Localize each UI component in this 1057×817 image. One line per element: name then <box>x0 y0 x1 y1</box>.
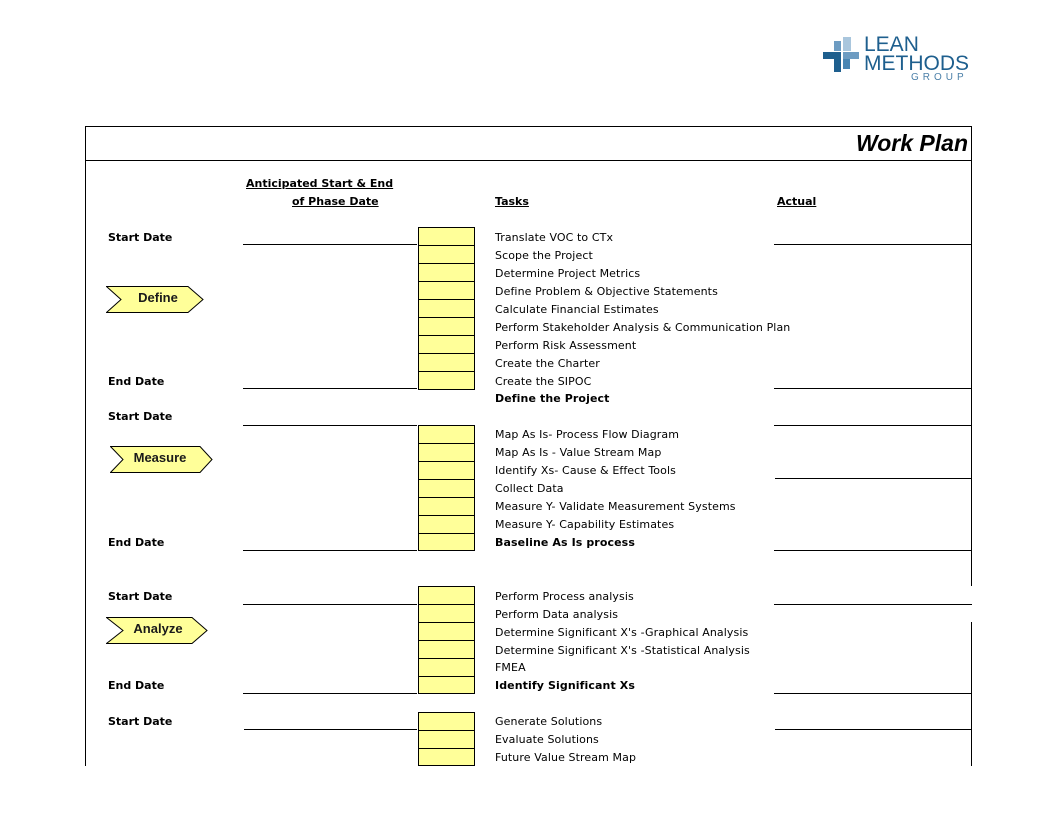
task-status-cell[interactable] <box>418 245 475 264</box>
task-item: Identify Xs- Cause & Effect Tools <box>495 464 676 477</box>
define-end-date-field[interactable] <box>243 388 417 389</box>
task-item: Create the Charter <box>495 357 600 370</box>
header-anticipated: Anticipated Start & End <box>246 177 394 190</box>
phase-deliverable: Identify Significant Xs <box>495 679 635 692</box>
task-status-cell[interactable] <box>418 658 475 677</box>
task-status-cell[interactable] <box>418 640 475 659</box>
task-item: Perform Risk Assessment <box>495 339 637 352</box>
task-item: Scope the Project <box>495 249 593 262</box>
define-start-date-field[interactable] <box>243 244 417 245</box>
task-status-cell[interactable] <box>418 604 475 623</box>
measure-start-date-field[interactable] <box>243 425 417 426</box>
analyze-start-date-field[interactable] <box>243 604 417 605</box>
measure-end-date-label: End Date <box>108 536 165 549</box>
frame-top-border <box>85 126 972 127</box>
phase-measure-arrow: Measure <box>110 446 213 474</box>
measure-end-date-field[interactable] <box>243 550 417 551</box>
task-status-cell[interactable] <box>418 497 475 516</box>
task-item: Determine Significant X's -Statistical A… <box>495 644 750 657</box>
task-status-cell[interactable] <box>418 586 475 605</box>
improve-actual-start-field[interactable] <box>775 729 971 730</box>
frame-right-border <box>971 126 972 586</box>
frame-right-border <box>971 622 972 766</box>
task-item: Map As Is - Value Stream Map <box>495 446 662 459</box>
improve-start-date-label: Start Date <box>108 715 173 728</box>
define-start-date-label: Start Date <box>108 231 173 244</box>
task-item: Calculate Financial Estimates <box>495 303 659 316</box>
analyze-actual-end-field[interactable] <box>774 693 971 694</box>
task-item: Perform Process analysis <box>495 590 634 603</box>
task-item: Measure Y- Validate Measurement Systems <box>495 500 736 513</box>
task-status-cell[interactable] <box>418 299 475 318</box>
analyze-actual-start-field[interactable] <box>774 604 972 605</box>
analyze-end-date-field[interactable] <box>243 693 417 694</box>
task-status-cell[interactable] <box>418 676 475 694</box>
phase-deliverable: Define the Project <box>495 392 610 405</box>
header-phase-date: of Phase Date <box>292 195 379 208</box>
task-status-cell[interactable] <box>418 730 475 749</box>
header-tasks: Tasks <box>495 195 529 208</box>
task-status-cell[interactable] <box>418 281 475 300</box>
define-actual-start-field[interactable] <box>774 244 971 245</box>
frame-left-border <box>85 126 86 766</box>
task-status-cell[interactable] <box>418 748 475 766</box>
measure-actual-mid-field[interactable] <box>775 478 971 479</box>
task-status-cell[interactable] <box>418 371 475 390</box>
phase-deliverable: Baseline As Is process <box>495 536 635 549</box>
task-status-cell[interactable] <box>418 353 475 372</box>
task-status-cell[interactable] <box>418 227 475 246</box>
phase-define-arrow: Define <box>106 286 206 314</box>
phase-define-label: Define <box>138 290 178 305</box>
task-status-cell[interactable] <box>418 533 475 551</box>
measure-actual-end-field[interactable] <box>774 550 971 551</box>
task-item: Determine Significant X's -Graphical Ana… <box>495 626 749 639</box>
measure-start-date-label: Start Date <box>108 410 173 423</box>
task-item: Perform Stakeholder Analysis & Communica… <box>495 321 791 334</box>
cross-logo-icon <box>823 37 859 72</box>
task-item: Create the SIPOC <box>495 375 592 388</box>
analyze-end-date-label: End Date <box>108 679 165 692</box>
measure-actual-start-field[interactable] <box>774 425 971 426</box>
task-item: Future Value Stream Map <box>495 751 637 764</box>
task-item: Determine Project Metrics <box>495 267 641 280</box>
phase-measure-label: Measure <box>133 450 187 465</box>
define-end-date-label: End Date <box>108 375 165 388</box>
task-status-cell[interactable] <box>418 712 475 731</box>
task-status-cell[interactable] <box>418 425 475 444</box>
define-actual-end-field[interactable] <box>774 388 971 389</box>
task-item: FMEA <box>495 661 526 674</box>
analyze-start-date-label: Start Date <box>108 590 173 603</box>
page-title: Work Plan <box>855 130 968 156</box>
logo-text-group: GROUP <box>911 72 968 83</box>
improve-start-date-field[interactable] <box>244 729 417 730</box>
task-item: Define Problem & Objective Statements <box>495 285 718 298</box>
title-divider <box>85 160 972 161</box>
header-actual: Actual <box>777 195 817 208</box>
phase-analyze-label: Analyze <box>133 621 183 636</box>
task-item: Generate Solutions <box>495 715 603 728</box>
task-status-cell[interactable] <box>418 263 475 282</box>
task-status-cell[interactable] <box>418 622 475 641</box>
task-status-cell[interactable] <box>418 461 475 480</box>
task-item: Evaluate Solutions <box>495 733 599 746</box>
task-status-cell[interactable] <box>418 317 475 336</box>
task-item: Perform Data analysis <box>495 608 619 621</box>
task-status-cell[interactable] <box>418 479 475 498</box>
task-item: Measure Y- Capability Estimates <box>495 518 675 531</box>
task-item: Translate VOC to CTx <box>495 231 614 244</box>
task-status-cell[interactable] <box>418 443 475 462</box>
company-logo: LEAN METHODS GROUP <box>823 34 969 87</box>
phase-analyze-arrow: Analyze <box>106 617 208 645</box>
task-item: Map As Is- Process Flow Diagram <box>495 428 680 441</box>
task-item: Collect Data <box>495 482 564 495</box>
task-status-cell[interactable] <box>418 515 475 534</box>
task-status-cell[interactable] <box>418 335 475 354</box>
